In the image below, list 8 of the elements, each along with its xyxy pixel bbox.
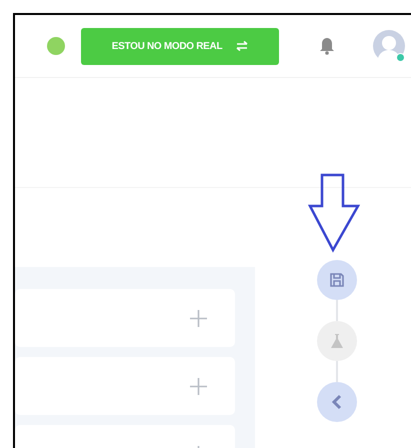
swap-arrows-icon — [236, 41, 248, 51]
user-avatar[interactable] — [373, 30, 405, 62]
bell-icon[interactable] — [319, 37, 335, 55]
mode-toggle-button[interactable]: ESTOU NO MODO REAL — [81, 28, 279, 64]
chevron-left-icon — [331, 394, 343, 410]
flask-icon — [329, 333, 345, 349]
back-step-button[interactable] — [317, 382, 357, 422]
save-step-button[interactable] — [317, 260, 357, 300]
